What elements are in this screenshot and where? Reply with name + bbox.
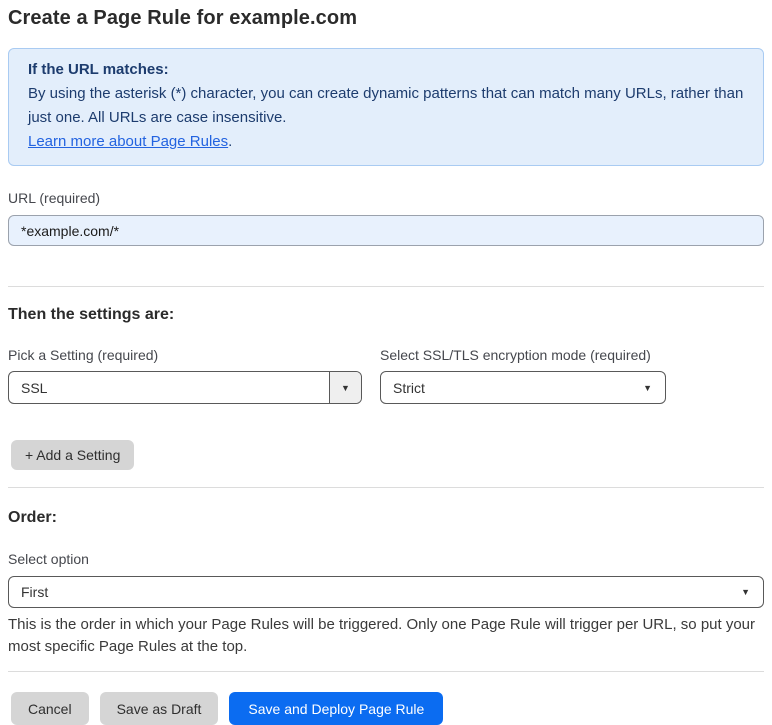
add-setting-button[interactable]: + Add a Setting xyxy=(11,440,135,470)
ssl-mode-column: Select SSL/TLS encryption mode (required… xyxy=(380,324,666,404)
order-select[interactable]: First ▼ xyxy=(8,576,764,608)
url-field-label: URL (required) xyxy=(8,190,101,206)
settings-row: Pick a Setting (required) SSL ▼ Select S… xyxy=(8,324,764,404)
footer-buttons: Cancel Save as Draft Save and Deploy Pag… xyxy=(8,692,764,725)
chevron-down-icon: ▼ xyxy=(741,587,750,597)
divider xyxy=(8,286,764,287)
pick-setting-select[interactable]: SSL ▼ xyxy=(8,371,362,404)
pick-setting-selected-value: SSL xyxy=(21,379,48,396)
settings-section-heading: Then the settings are: xyxy=(8,306,175,323)
save-as-draft-button[interactable]: Save as Draft xyxy=(99,692,219,725)
ssl-mode-select[interactable]: Strict ▼ xyxy=(380,371,666,404)
link-period: . xyxy=(228,133,233,150)
info-box-link-line: Learn more about Page Rules. xyxy=(28,130,744,154)
pick-setting-column: Pick a Setting (required) SSL ▼ xyxy=(8,324,362,404)
url-match-info-box: If the URL matches: By using the asteris… xyxy=(8,48,764,166)
ssl-mode-selected-value: Strict xyxy=(393,379,425,396)
info-box-heading: If the URL matches: xyxy=(28,61,169,78)
order-help-text: This is the order in which your Page Rul… xyxy=(8,616,756,655)
info-box-body: By using the asterisk (*) character, you… xyxy=(28,85,744,126)
order-select-label: Select option xyxy=(8,551,89,567)
url-input[interactable] xyxy=(8,215,764,246)
chevron-down-icon: ▼ xyxy=(643,382,652,393)
divider xyxy=(8,671,764,672)
cancel-button[interactable]: Cancel xyxy=(11,692,89,725)
divider xyxy=(8,487,764,488)
page-rule-form: Create a Page Rule for example.com If th… xyxy=(0,0,772,725)
save-and-deploy-button[interactable]: Save and Deploy Page Rule xyxy=(229,692,444,725)
order-selected-value: First xyxy=(21,584,49,600)
page-title: Create a Page Rule for example.com xyxy=(8,7,358,29)
order-section-heading: Order: xyxy=(8,509,57,526)
ssl-mode-label: Select SSL/TLS encryption mode (required… xyxy=(380,347,651,363)
chevron-down-icon: ▼ xyxy=(329,372,361,403)
pick-setting-label: Pick a Setting (required) xyxy=(8,347,159,363)
learn-more-link[interactable]: Learn more about Page Rules xyxy=(28,133,228,150)
